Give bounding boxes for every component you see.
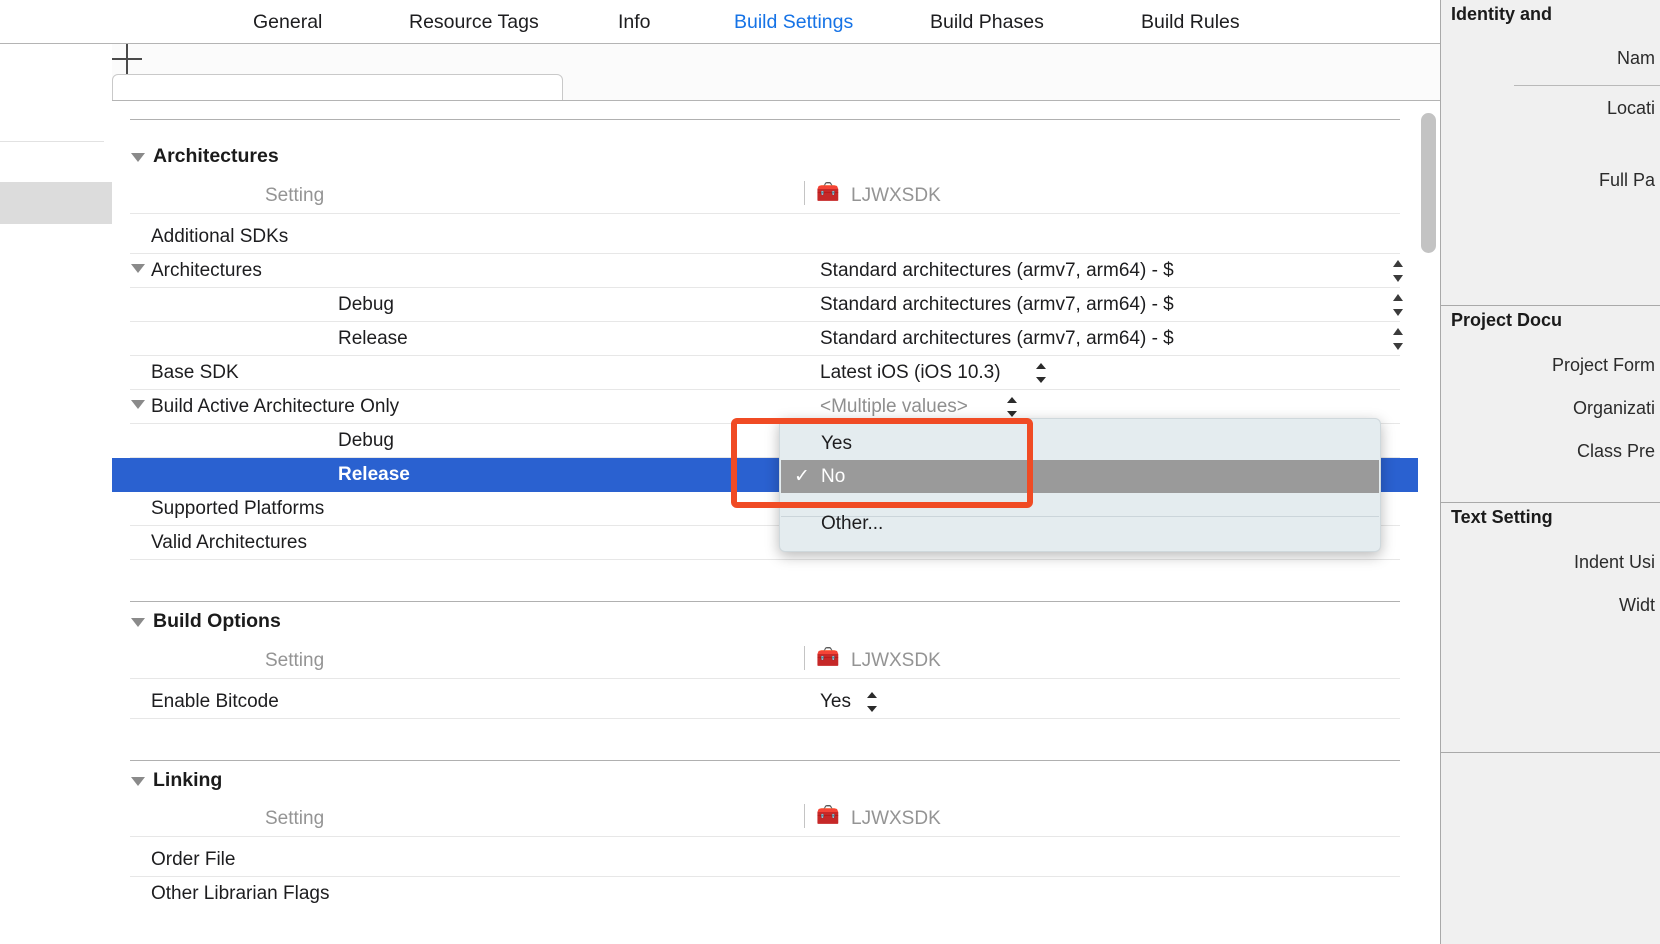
disclosure-triangle-icon[interactable] — [131, 777, 145, 786]
value-column-separator — [804, 804, 805, 828]
inspector-hairline — [1514, 85, 1660, 86]
row-label-build-active-architecture-only[interactable]: Build Active Architecture Only — [151, 396, 399, 418]
inspector-label-indent-using: Indent Usi — [1574, 552, 1655, 573]
row-label-base-sdk[interactable]: Base SDK — [151, 362, 239, 384]
row-divider — [130, 718, 1400, 719]
tab-build-rules[interactable]: Build Rules — [1141, 0, 1240, 44]
row-label-additional-sdks[interactable]: Additional SDKs — [151, 226, 288, 248]
annotation-rectangle — [731, 418, 1033, 508]
build-settings-filter-toolbar: Basic Customized All Combined Levels arc — [112, 44, 1440, 101]
tab-build-settings[interactable]: Build Settings — [734, 0, 853, 44]
value-column-separator — [804, 646, 805, 670]
value-column-separator — [804, 181, 805, 205]
inspector-label-full-path: Full Pa — [1599, 170, 1655, 191]
row-label-architectures-release[interactable]: Release — [338, 328, 408, 350]
row-value-architectures-release[interactable]: Standard architectures (armv7, arm64) - … — [820, 328, 1174, 350]
inspector-title-text-settings: Text Setting — [1451, 507, 1553, 528]
row-divider — [130, 253, 1400, 254]
menu-item-other[interactable]: Other... — [781, 507, 1379, 540]
row-divider — [130, 559, 1400, 560]
column-header-setting: Setting — [265, 650, 324, 672]
row-value-enable-bitcode[interactable]: Yes — [820, 691, 851, 713]
row-label-architectures[interactable]: Architectures — [151, 260, 262, 282]
row-divider — [130, 287, 1400, 288]
target-name-build-options: LJWXSDK — [851, 650, 941, 672]
project-editor-tabbar: General Resource Tags Info Build Setting… — [112, 0, 1440, 44]
disclosure-triangle-icon[interactable] — [131, 264, 145, 273]
column-header-setting: Setting — [265, 185, 324, 207]
section-header-build-options: Build Options — [153, 610, 281, 633]
row-divider — [130, 213, 1400, 214]
left-pane-hairline — [0, 141, 104, 142]
row-label-enable-bitcode[interactable]: Enable Bitcode — [151, 691, 279, 713]
inspector-label-class-prefix: Class Pre — [1577, 441, 1655, 462]
disclosure-triangle-icon[interactable] — [131, 400, 145, 409]
row-value-architectures-debug[interactable]: Standard architectures (armv7, arm64) - … — [820, 294, 1174, 316]
menu-item-other-label: Other... — [821, 507, 883, 540]
section-divider-build-options — [130, 601, 1400, 602]
target-name-architectures: LJWXSDK — [851, 185, 941, 207]
disclosure-triangle-icon[interactable] — [131, 153, 145, 162]
tab-resource-tags[interactable]: Resource Tags — [409, 0, 539, 44]
row-divider — [130, 355, 1400, 356]
left-pane-top-divider — [0, 43, 112, 44]
stepper-icon[interactable] — [1390, 258, 1406, 284]
target-name-linking: LJWXSDK — [851, 808, 941, 830]
row-label-baao-release[interactable]: Release — [338, 464, 410, 486]
row-divider — [130, 678, 1400, 679]
inspector-label-organization: Organizati — [1573, 398, 1655, 419]
row-label-architectures-debug[interactable]: Debug — [338, 294, 394, 316]
inspector-panel[interactable]: Identity and Nam Locati Full Pa Project … — [1440, 0, 1660, 944]
row-label-order-file[interactable]: Order File — [151, 849, 235, 871]
tab-info[interactable]: Info — [618, 0, 651, 44]
vertical-scrollbar-track[interactable] — [1418, 101, 1440, 944]
row-label-baao-debug[interactable]: Debug — [338, 430, 394, 452]
stepper-icon[interactable] — [1390, 326, 1406, 352]
popup-chevrons-icon[interactable] — [865, 690, 879, 714]
row-label-supported-platforms[interactable]: Supported Platforms — [151, 498, 324, 520]
inspector-label-location: Locati — [1607, 98, 1655, 119]
popup-chevrons-icon[interactable] — [1005, 395, 1019, 419]
section-header-linking: Linking — [153, 769, 222, 792]
section-divider-linking — [130, 760, 1400, 761]
tab-build-phases[interactable]: Build Phases — [930, 0, 1044, 44]
inspector-section-identity — [1441, 0, 1660, 306]
inspector-label-project-format: Project Form — [1552, 355, 1655, 376]
inspector-section-empty — [1441, 753, 1660, 944]
row-divider — [130, 321, 1400, 322]
row-value-architectures[interactable]: Standard architectures (armv7, arm64) - … — [820, 260, 1174, 282]
inspector-label-width: Widt — [1619, 595, 1655, 616]
inspector-title-identity: Identity and — [1451, 4, 1552, 25]
row-label-other-librarian-flags[interactable]: Other Librarian Flags — [151, 883, 329, 905]
disclosure-triangle-icon[interactable] — [131, 618, 145, 627]
row-label-valid-architectures[interactable]: Valid Architectures — [151, 532, 307, 554]
stepper-icon[interactable] — [1390, 292, 1406, 318]
popup-chevrons-icon[interactable] — [1034, 361, 1048, 385]
briefcase-icon: 🧰 — [816, 183, 840, 202]
inspector-section-text-settings — [1441, 503, 1660, 753]
briefcase-icon: 🧰 — [816, 648, 840, 667]
row-divider — [130, 389, 1400, 390]
column-header-setting: Setting — [265, 808, 324, 830]
briefcase-icon: 🧰 — [816, 806, 840, 825]
section-header-architectures: Architectures — [153, 145, 279, 168]
inspector-title-project-document: Project Docu — [1451, 310, 1562, 331]
row-divider — [130, 876, 1400, 877]
section-divider-architectures — [130, 119, 1400, 120]
tab-general[interactable]: General — [253, 0, 322, 44]
row-divider — [130, 836, 1400, 837]
vertical-scrollbar-thumb[interactable] — [1421, 113, 1436, 253]
inspector-label-name: Nam — [1617, 48, 1655, 69]
row-value-base-sdk[interactable]: Latest iOS (iOS 10.3) — [820, 362, 1001, 384]
add-setting-plus-icon[interactable] — [112, 44, 142, 74]
row-value-build-active-architecture-only[interactable]: <Multiple values> — [820, 396, 968, 418]
left-pane-selected-row[interactable] — [0, 182, 112, 224]
